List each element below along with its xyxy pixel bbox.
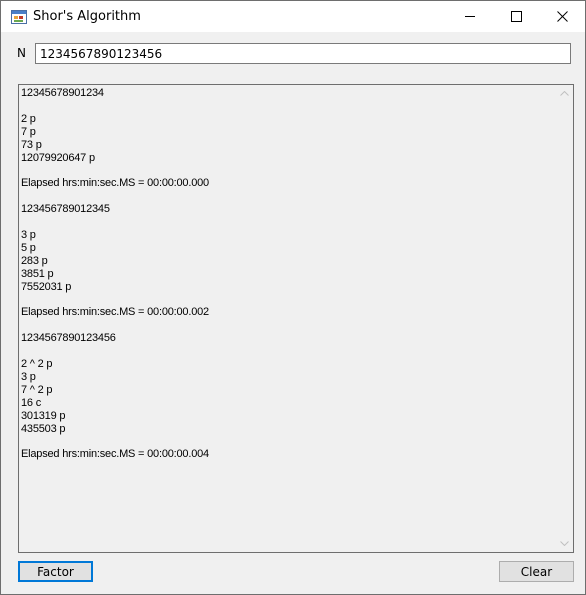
close-button[interactable] <box>539 1 585 32</box>
close-icon <box>557 11 568 22</box>
scroll-down-button[interactable] <box>556 535 573 552</box>
window-title: Shor's Algorithm <box>33 9 141 24</box>
chevron-up-icon <box>560 91 569 96</box>
output-text[interactable]: 12345678901234 2 p 7 p 73 p 12079920647 … <box>21 87 555 550</box>
minimize-button[interactable] <box>447 1 493 32</box>
main-window: Shor's Algorithm N 12345678901234 2 p 7 … <box>0 0 586 595</box>
app-window-icon <box>11 10 27 24</box>
vertical-scrollbar[interactable] <box>556 85 573 552</box>
factor-button[interactable]: Factor <box>18 561 93 582</box>
maximize-icon <box>511 11 522 22</box>
chevron-down-icon <box>560 541 569 546</box>
maximize-button[interactable] <box>493 1 539 32</box>
clear-button[interactable]: Clear <box>499 561 574 582</box>
minimize-icon <box>465 16 475 17</box>
client-area: N 12345678901234 2 p 7 p 73 p 1207992064… <box>1 32 585 594</box>
output-textbox[interactable]: 12345678901234 2 p 7 p 73 p 12079920647 … <box>18 84 574 553</box>
n-label: N <box>17 46 26 60</box>
scroll-up-button[interactable] <box>556 85 573 102</box>
title-bar[interactable]: Shor's Algorithm <box>1 1 585 32</box>
n-input[interactable] <box>35 43 571 64</box>
